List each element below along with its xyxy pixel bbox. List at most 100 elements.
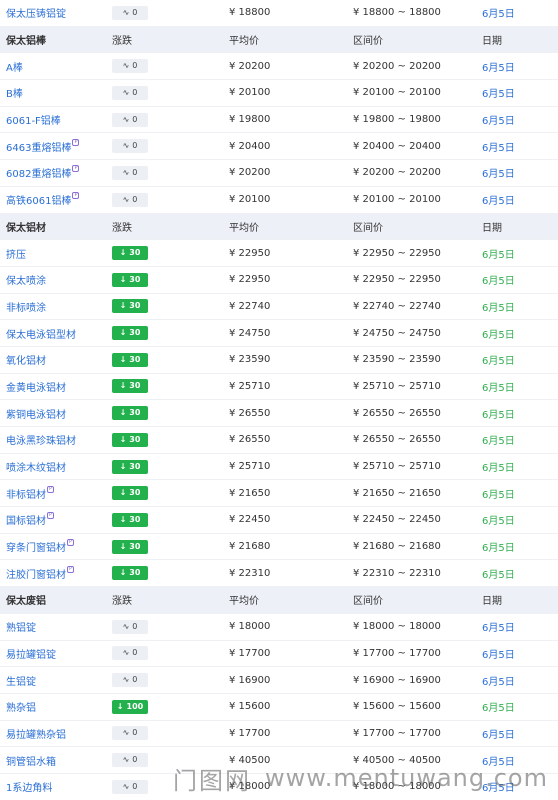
range-price: ¥ 23590 ~ 23590 [353,354,441,366]
product-cell: 高铁6061铝棒P [0,192,112,207]
product-cell: 注胶门窗铝材P [0,565,112,581]
avg-price: ¥ 20400 [229,140,271,152]
product-link[interactable]: 铜管铝水箱 [6,757,56,768]
table-row: 金黄电泳铝材 ↓ 30 ¥ 25710 ¥ 25710 ~ 25710 6月5日 [0,374,558,401]
range-price: ¥ 22950 ~ 22950 [353,247,441,259]
date-cell: 6月5日 [482,409,515,421]
change-badge: ↓ 30 [112,539,148,554]
change-cell: ∿ 0 [112,753,226,768]
product-cell: 非标铝材P [0,485,112,501]
avg-price: ¥ 17700 [229,727,271,739]
date-cell: 6月5日 [482,623,515,635]
header-range: 区间价 [353,36,383,48]
avg-price: ¥ 18000 [229,621,271,633]
tilde-icon: ∿ [122,114,130,124]
product-link[interactable]: A棒 [6,63,23,74]
arrow-down-icon: ↓ [119,568,127,578]
change-cell: ↓ 30 [112,432,226,447]
product-cell: 穿条门窗铝材P [0,539,112,554]
table-row: 铜管铝水箱 ∿ 0 ¥ 40500 ¥ 40500 ~ 40500 6月5日 [0,747,558,774]
change-cell: ∿ 0 [112,673,226,688]
avg-price: ¥ 20100 [229,87,271,99]
product-link[interactable]: 保太喷涂 [6,276,46,287]
product-link[interactable]: 挤压 [6,250,26,261]
change-badge: ∿ 0 [112,646,148,661]
product-link[interactable]: 6463重熔铝棒 [6,143,71,154]
change-badge: ↓ 30 [112,406,148,421]
change-badge: ↓ 30 [112,512,148,527]
product-link[interactable]: 6082重熔铝棒 [6,169,71,180]
range-price: ¥ 20200 ~ 20200 [353,167,441,179]
product-link[interactable]: 1系边角料 [6,783,52,794]
change-cell: ↓ 30 [112,406,226,421]
change-value: 30 [129,434,141,444]
avg-price: ¥ 22740 [229,300,271,312]
range-price: ¥ 22310 ~ 22310 [353,567,441,579]
product-link[interactable]: 高铁6061铝棒 [6,196,71,207]
date-cell: 6月5日 [482,569,515,581]
product-link[interactable]: 紫铜电泳铝材 [6,410,66,421]
product-link[interactable]: 穿条门窗铝材 [6,543,66,554]
tilde-icon: ∿ [122,141,130,151]
tilde-icon: ∿ [122,728,130,738]
product-link[interactable]: 生铝锭 [6,677,36,688]
product-link[interactable]: 6061-F铝棒 [6,116,61,127]
header-range: 区间价 [353,222,383,234]
product-cell: 易拉罐熟杂铝 [0,726,112,741]
table-row: 1系边角料 ∿ 0 ¥ 18000 ¥ 18000 ~ 18000 6月5日 [0,774,558,800]
table-row: 熟杂铝 ↓ 100 ¥ 15600 ¥ 15600 ~ 15600 6月5日 [0,694,558,721]
product-link[interactable]: 金黄电泳铝材 [6,383,66,394]
date-cell: 6月5日 [482,356,515,368]
change-badge: ∿ 0 [112,673,148,688]
range-price: ¥ 20400 ~ 20400 [353,140,441,152]
premium-tag-icon: P [47,485,54,493]
change-value: 0 [132,755,138,765]
product-link[interactable]: 易拉罐熟杂铝 [6,730,66,741]
change-cell: ∿ 0 [112,726,226,741]
header-date: 日期 [482,222,502,234]
section-header: 保太铝材 涨跌 平均价 区间价 日期 [0,213,558,241]
change-badge: ∿ 0 [112,753,148,768]
arrow-down-icon: ↓ [119,408,127,418]
range-price: ¥ 25710 ~ 25710 [353,380,441,392]
header-change: 涨跌 [112,222,132,234]
date-cell: 6月5日 [482,302,515,314]
product-link[interactable]: 注胶门窗铝材 [6,570,66,581]
change-value: 30 [129,461,141,471]
premium-tag-icon: P [72,192,80,200]
change-cell: ↓ 30 [112,459,226,474]
product-cell: 保太喷涂 [0,272,112,287]
product-link[interactable]: 易拉罐铝锭 [6,650,56,661]
range-price: ¥ 20200 ~ 20200 [353,60,441,72]
tilde-icon: ∿ [122,648,130,658]
avg-price: ¥ 21680 [229,541,271,553]
product-cell: 氧化铝材 [0,352,112,367]
product-link[interactable]: 保太压铸铝锭 [6,9,66,20]
product-link[interactable]: 熟铝锭 [6,623,36,634]
avg-price: ¥ 22450 [229,514,271,526]
avg-price: ¥ 40500 [229,754,271,766]
table-row: 熟铝锭 ∿ 0 ¥ 18000 ¥ 18000 ~ 18000 6月5日 [0,614,558,641]
product-link[interactable]: 熟杂铝 [6,703,36,714]
change-value: 30 [129,541,141,551]
change-badge: ∿ 0 [112,112,148,127]
product-cell: 生铝锭 [0,673,112,688]
product-link[interactable]: 国标铝材 [6,516,46,527]
range-price: ¥ 18800 ~ 18800 [353,7,441,19]
product-link[interactable]: 保太电泳铝型材 [6,330,76,341]
product-link[interactable]: 非标喷涂 [6,303,46,314]
date-cell: 6月5日 [482,436,515,448]
tilde-icon: ∿ [122,194,130,204]
product-link[interactable]: 喷涂木纹铝材 [6,463,66,474]
product-link[interactable]: 电泳黑珍珠铝材 [6,436,76,447]
change-badge: ↓ 30 [112,352,148,367]
product-link[interactable]: B棒 [6,89,23,100]
date-cell: 6月5日 [482,9,515,21]
change-value: 30 [129,328,141,338]
change-cell: ↓ 30 [112,246,226,261]
range-price: ¥ 24750 ~ 24750 [353,327,441,339]
avg-price: ¥ 25710 [229,461,271,473]
product-link[interactable]: 氧化铝材 [6,356,46,367]
product-link[interactable]: 非标铝材 [6,490,46,501]
arrow-down-icon: ↓ [119,488,127,498]
